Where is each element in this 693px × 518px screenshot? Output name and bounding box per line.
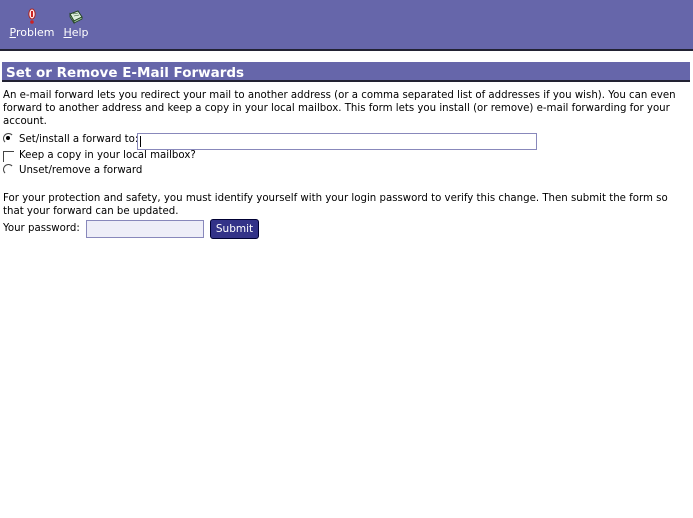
book-icon (69, 10, 83, 25)
keep-copy-checkbox[interactable] (3, 151, 14, 162)
problem-label-rest: roblem (15, 26, 55, 39)
password-label: Your password: (3, 223, 80, 234)
unset-forward-label: Unset/remove a forward (19, 165, 143, 176)
set-forward-radio[interactable] (3, 133, 14, 144)
help-label-first: H (63, 26, 72, 39)
submit-button[interactable]: Submit (210, 219, 259, 239)
unset-forward-option[interactable]: Unset/remove a forward (3, 163, 153, 179)
password-field[interactable] (86, 220, 204, 238)
keep-copy-label: Keep a copy in your local mailbox? (19, 150, 196, 161)
help-button[interactable]: Help (61, 8, 91, 39)
page-title: Set or Remove E-Mail Forwards (2, 62, 690, 82)
keep-copy-option[interactable]: Keep a copy in your local mailbox? (3, 148, 203, 164)
protection-text: For your protection and safety, you must… (3, 193, 668, 217)
exclamation-icon (28, 8, 36, 24)
set-forward-option[interactable]: Set/install a forward to: (3, 132, 143, 148)
set-forward-label: Set/install a forward to: (19, 134, 139, 145)
unset-forward-radio[interactable] (3, 164, 14, 175)
top-toolbar: Problem Help (0, 0, 693, 51)
problem-button[interactable]: Problem (9, 8, 55, 39)
intro-text: An e-mail forward lets you redirect your… (3, 90, 676, 127)
help-label-rest: elp (71, 26, 89, 39)
text-cursor (140, 136, 141, 147)
